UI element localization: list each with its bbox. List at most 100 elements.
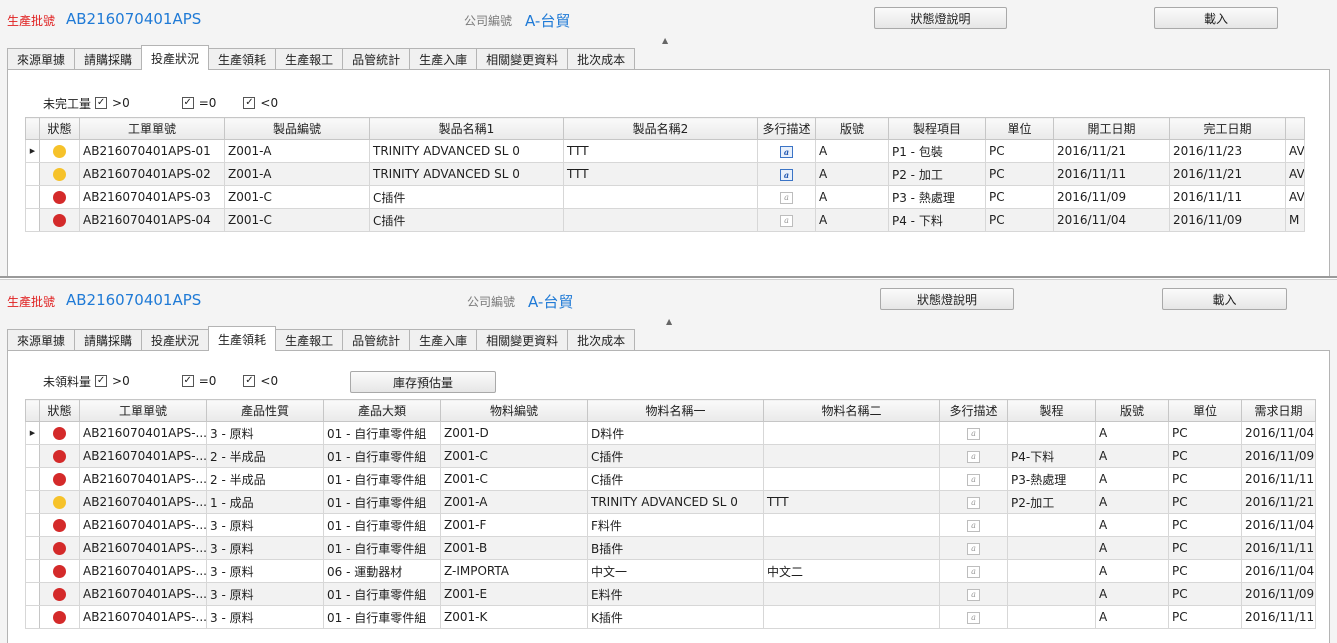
description-icon[interactable]: a	[780, 191, 793, 204]
column-header[interactable]	[1285, 117, 1305, 140]
table-row[interactable]: ▶ AB216070401APS-... 3 - 原料 01 - 自行車零件組 Z001…	[25, 421, 1316, 445]
column-header[interactable]: 狀態	[39, 117, 80, 140]
tab-2[interactable]: 投產狀況	[141, 329, 210, 351]
row-selector[interactable]	[25, 185, 40, 209]
row-selector[interactable]	[25, 490, 40, 514]
tab-0[interactable]: 來源單據	[7, 48, 76, 70]
column-header[interactable]: 製程	[1007, 399, 1096, 422]
tab-1[interactable]: 請購採購	[74, 48, 143, 70]
column-header[interactable]: 需求日期	[1241, 399, 1316, 422]
load-button[interactable]: 載入	[1162, 288, 1287, 310]
description-icon[interactable]: a	[780, 145, 793, 158]
table-row[interactable]: AB216070401APS-... 3 - 原料 01 - 自行車零件組 Z001-…	[25, 582, 1316, 606]
tab-7[interactable]: 相關變更資料	[476, 329, 569, 351]
tab-7[interactable]: 相關變更資料	[476, 48, 569, 70]
multiline-description-cell[interactable]: a	[939, 421, 1008, 445]
multiline-description-cell[interactable]: a	[939, 444, 1008, 468]
column-header[interactable]: 工單單號	[79, 399, 207, 422]
description-icon[interactable]: a	[780, 168, 793, 181]
tab-2[interactable]: 投產狀況	[141, 45, 210, 70]
column-header[interactable]: 物料名稱二	[763, 399, 940, 422]
description-icon[interactable]: a	[780, 214, 793, 227]
row-selector[interactable]	[25, 513, 40, 537]
row-selector[interactable]	[25, 582, 40, 606]
column-header[interactable]: 單位	[985, 117, 1054, 140]
tab-4[interactable]: 生產報工	[275, 48, 344, 70]
column-header[interactable]: 開工日期	[1053, 117, 1170, 140]
description-icon[interactable]: a	[967, 450, 980, 463]
tab-5[interactable]: 品管統計	[342, 48, 411, 70]
table-row[interactable]: AB216070401APS-04 Z001-C C插件 a A P4 - 下料 PC 201…	[25, 208, 1305, 232]
column-header[interactable]: 多行描述	[757, 117, 816, 140]
description-icon[interactable]: a	[967, 496, 980, 509]
table-row[interactable]: AB216070401APS-... 3 - 原料 01 - 自行車零件組 Z001-…	[25, 536, 1316, 560]
column-header[interactable]: 產品性質	[206, 399, 324, 422]
column-header[interactable]: 版號	[815, 117, 889, 140]
multiline-description-cell[interactable]: a	[939, 536, 1008, 560]
row-selector[interactable]	[25, 605, 40, 629]
column-header[interactable]: 版號	[1095, 399, 1169, 422]
table-row[interactable]: AB216070401APS-... 3 - 原料 01 - 自行車零件組 Z001-…	[25, 605, 1316, 629]
row-selector[interactable]: ▶	[25, 139, 40, 163]
filter-eq0-checkbox[interactable]: ✓ =0	[181, 374, 216, 388]
row-selector[interactable]	[25, 444, 40, 468]
multiline-description-cell[interactable]: a	[939, 513, 1008, 537]
table-row[interactable]: AB216070401APS-03 Z001-C C插件 a A P3 - 熱處理 PC 20…	[25, 185, 1305, 209]
column-header[interactable]: 製品名稱2	[563, 117, 758, 140]
tab-4[interactable]: 生產報工	[275, 329, 344, 351]
filter-lt0-checkbox[interactable]: ✓ <0	[243, 374, 278, 388]
tab-5[interactable]: 品管統計	[342, 329, 411, 351]
column-header[interactable]: 產品大類	[323, 399, 441, 422]
tab-8[interactable]: 批次成本	[567, 329, 636, 351]
load-button[interactable]: 載入	[1154, 7, 1278, 29]
column-header[interactable]: 物料名稱一	[587, 399, 764, 422]
multiline-description-cell[interactable]: a	[757, 185, 816, 209]
status-light-help-button[interactable]: 狀態燈說明	[880, 288, 1014, 310]
description-icon[interactable]: a	[967, 473, 980, 486]
row-selector[interactable]	[25, 162, 40, 186]
description-icon[interactable]: a	[967, 588, 980, 601]
tab-6[interactable]: 生產入庫	[409, 48, 478, 70]
row-selector[interactable]: ▶	[25, 421, 40, 445]
multiline-description-cell[interactable]: a	[939, 490, 1008, 514]
tab-3[interactable]: 生產領耗	[208, 326, 277, 351]
row-selector[interactable]	[25, 208, 40, 232]
column-header[interactable]: 單位	[1168, 399, 1242, 422]
row-selector[interactable]	[25, 536, 40, 560]
multiline-description-cell[interactable]: a	[939, 582, 1008, 606]
column-header[interactable]: 製品編號	[224, 117, 370, 140]
column-header[interactable]: 物料編號	[440, 399, 588, 422]
multiline-description-cell[interactable]: a	[939, 605, 1008, 629]
description-icon[interactable]: a	[967, 427, 980, 440]
table-row[interactable]: AB216070401APS-02 Z001-A TRINITY ADVANCED …	[25, 162, 1305, 186]
collapse-caret-icon[interactable]: ▲	[662, 36, 668, 45]
description-icon[interactable]: a	[967, 542, 980, 555]
multiline-description-cell[interactable]: a	[939, 467, 1008, 491]
description-icon[interactable]: a	[967, 611, 980, 624]
table-row[interactable]: AB216070401APS-... 3 - 原料 01 - 自行車零件組 Z001-…	[25, 513, 1316, 537]
multiline-description-cell[interactable]: a	[757, 208, 816, 232]
collapse-caret-icon[interactable]: ▲	[666, 317, 672, 326]
inventory-estimate-button[interactable]: 庫存預估量	[350, 371, 496, 393]
table-row[interactable]: AB216070401APS-... 1 - 成品 01 - 自行車零件組 Z001-…	[25, 490, 1316, 514]
multiline-description-cell[interactable]: a	[757, 162, 816, 186]
status-light-help-button[interactable]: 狀態燈說明	[874, 7, 1007, 29]
tab-3[interactable]: 生產領耗	[208, 48, 277, 70]
row-selector[interactable]	[25, 467, 40, 491]
column-header[interactable]: 製品名稱1	[369, 117, 564, 140]
multiline-description-cell[interactable]: a	[939, 559, 1008, 583]
column-header[interactable]: 多行描述	[939, 399, 1008, 422]
multiline-description-cell[interactable]: a	[757, 139, 816, 163]
tab-0[interactable]: 來源單據	[7, 329, 76, 351]
column-header[interactable]: 工單單號	[79, 117, 225, 140]
tab-6[interactable]: 生產入庫	[409, 329, 478, 351]
description-icon[interactable]: a	[967, 519, 980, 532]
table-row[interactable]: AB216070401APS-... 2 - 半成品 01 - 自行車零件組 Z001…	[25, 444, 1316, 468]
filter-gt0-checkbox[interactable]: ✓ >0	[95, 96, 130, 110]
description-icon[interactable]: a	[967, 565, 980, 578]
filter-eq0-checkbox[interactable]: ✓ =0	[181, 96, 216, 110]
table-row[interactable]: AB216070401APS-... 2 - 半成品 01 - 自行車零件組 Z001…	[25, 467, 1316, 491]
column-header[interactable]: 完工日期	[1169, 117, 1286, 140]
column-header[interactable]: 狀態	[39, 399, 80, 422]
column-header[interactable]: 製程項目	[888, 117, 986, 140]
